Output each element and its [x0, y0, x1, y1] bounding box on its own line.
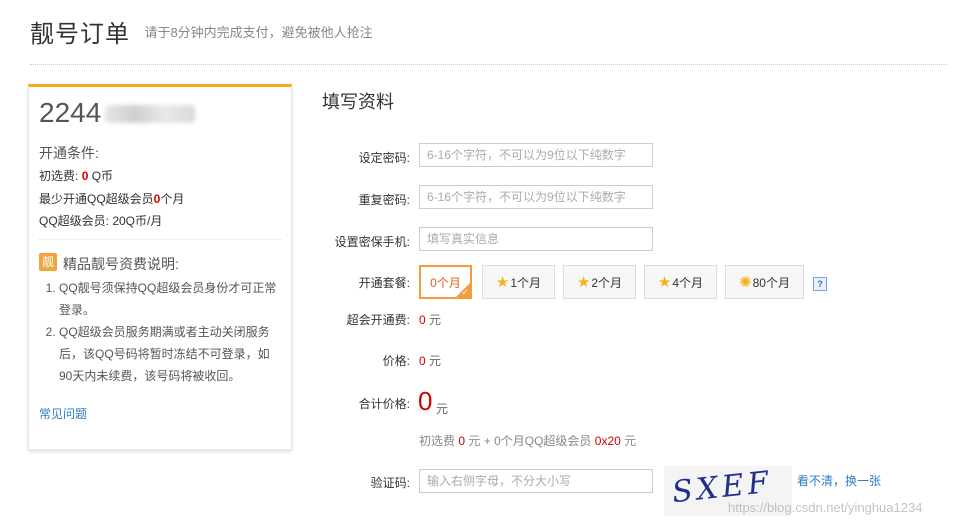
note-item: QQ超级会员服务期满或者主动关闭服务后，该QQ号码将暂时冻结不可登录，如90天内… [59, 321, 279, 387]
min-months-line: 最少开通QQ超级会员0个月 [39, 192, 185, 206]
total-value: 0 [418, 386, 433, 416]
phone-label: 设置密保手机: [334, 235, 410, 249]
masked-digits [105, 105, 195, 123]
package-option-80[interactable]: ✺ 80个月 [725, 265, 804, 299]
svip-fee-value: 0 元 [419, 313, 442, 327]
watermark: https://blog.csdn.net/yinghua1234 [728, 500, 923, 515]
package-label: 开通套餐: [358, 276, 410, 290]
initial-fee-line: 初选费: 0 Q币 [39, 169, 114, 183]
conditions-title: 开通条件: [39, 145, 99, 161]
price-label: 价格: [382, 354, 410, 368]
sun-icon: ✺ [739, 274, 752, 291]
liang-badge-icon: 靓 [39, 253, 57, 271]
faq-link[interactable]: 常见问题 [39, 405, 87, 422]
star-icon: ★ [495, 274, 510, 291]
captcha-input[interactable] [419, 469, 653, 493]
initial-fee-value: 0 [81, 169, 89, 183]
check-icon: ✓ [461, 287, 469, 297]
form-title: 填写资料 [322, 92, 394, 112]
qq-number: 2244 [39, 97, 102, 128]
svip-fee-label: 超会开通费: [346, 313, 410, 327]
package-option-2[interactable]: ★ 2个月 [563, 265, 636, 299]
star-icon: ★ [657, 274, 672, 291]
refresh-captcha-link[interactable]: 看不清，换一张 [797, 472, 881, 489]
header-divider [30, 64, 948, 65]
help-icon[interactable]: ? [813, 277, 827, 291]
captcha-label: 验证码: [370, 476, 410, 490]
page-subtitle: 请于8分钟内完成支付，避免被他人抢注 [144, 25, 373, 40]
total-unit: 元 [436, 402, 449, 416]
password-input[interactable] [419, 143, 653, 167]
price-breakdown: 初选费 0 元 + 0个月QQ超级会员 0x20 元 [419, 434, 637, 448]
fee-title: 精品靓号资费说明: [63, 256, 179, 272]
svip-price-line: QQ超级会员: 20Q币/月 [39, 214, 163, 228]
password-label: 设定密码: [358, 151, 410, 165]
package-option-4[interactable]: ★ 4个月 [644, 265, 717, 299]
package-option-1[interactable]: ★ 1个月 [482, 265, 555, 299]
phone-input[interactable] [419, 227, 653, 251]
note-item: QQ靓号须保持QQ超级会员身份才可正常登录。 [59, 277, 279, 321]
star-icon: ★ [576, 274, 591, 291]
card-divider [39, 239, 281, 240]
repeat-password-input[interactable] [419, 185, 653, 209]
total-label: 合计价格: [358, 397, 410, 411]
price-value: 0 元 [419, 354, 442, 368]
package-option-0[interactable]: 0个月 ✓ [419, 265, 472, 299]
page-title: 靓号订单 [30, 21, 130, 48]
number-info-card: 2244 开通条件: 初选费: 0 Q币 最少开通QQ超级会员0个月 QQ超级会… [28, 84, 292, 450]
page-header: 靓号订单 请于8分钟内完成支付，避免被他人抢注 [30, 14, 373, 54]
fee-notes: QQ靓号须保持QQ超级会员身份才可正常登录。 QQ超级会员服务期满或者主动关闭服… [39, 277, 279, 387]
repeat-password-label: 重复密码: [358, 193, 410, 207]
